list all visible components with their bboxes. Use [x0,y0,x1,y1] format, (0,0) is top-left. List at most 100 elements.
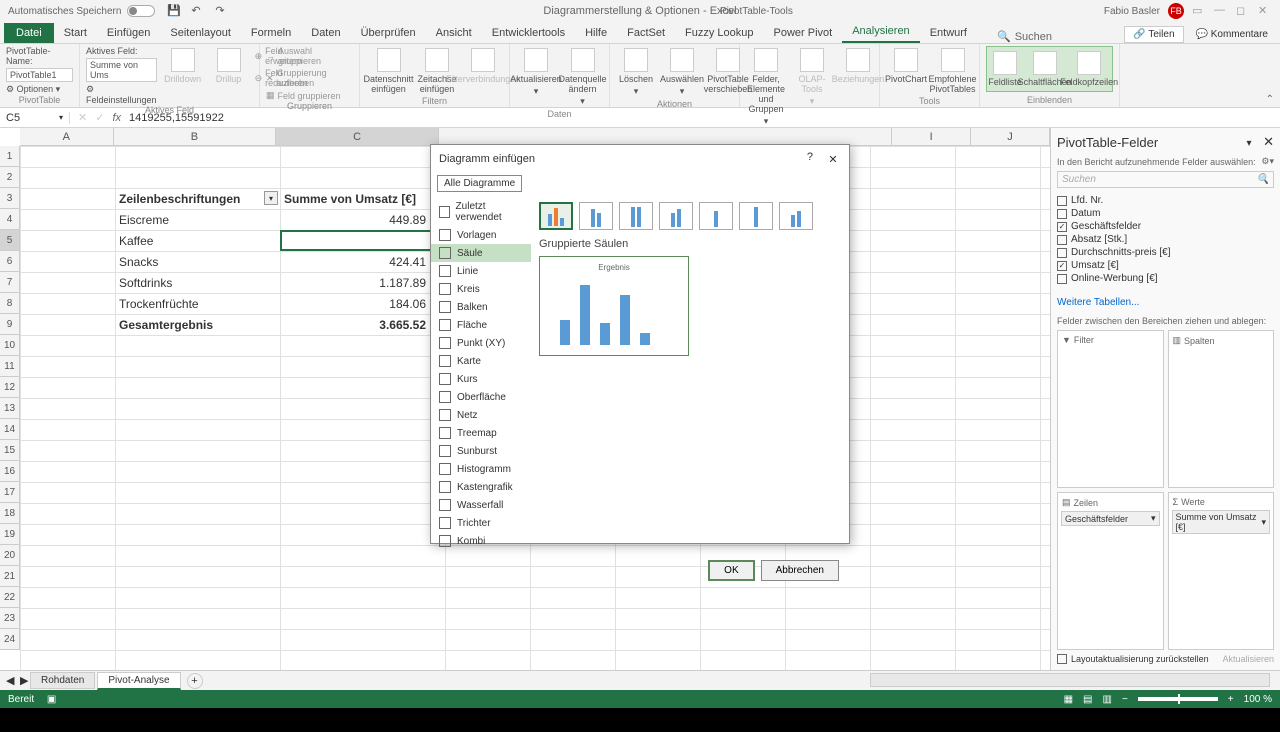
pivot-row-label[interactable]: Eiscreme [115,209,280,230]
drilldown-button[interactable]: Drilldown [163,46,203,86]
row-23[interactable]: 23 [0,608,20,629]
select-button[interactable]: Auswählen ▾ [662,46,702,99]
field-settings-button[interactable]: ⚙ Feldeinstellungen [86,84,157,105]
fieldpane-close-icon[interactable]: ✕ [1263,134,1274,149]
maximize-icon[interactable]: ◻ [1236,4,1250,18]
tab-hilfe[interactable]: Hilfe [575,23,617,43]
sheet-nav-prev-icon[interactable]: ◀ [6,674,14,687]
pivot-total-label[interactable]: Gesamtergebnis [115,314,280,335]
pivot-total-val[interactable]: 3.665.52 [280,314,430,335]
pivot-row-label[interactable]: Snacks [115,251,280,272]
subtype-clustered[interactable] [539,202,573,230]
share-button[interactable]: 🔗 Teilen [1124,26,1183,43]
pivot-filter-dropdown[interactable]: ▾ [264,191,278,205]
slicer-button[interactable]: Datenschnitt einfügen [366,46,411,96]
pivot-row-label[interactable]: Kaffee [115,230,280,251]
selected-cell[interactable] [280,230,445,251]
row-14[interactable]: 14 [0,419,20,440]
add-sheet-button[interactable]: + [187,673,203,689]
chart-cat-sunburst[interactable]: Sunburst [431,442,531,460]
save-icon[interactable]: 💾 [167,4,181,18]
pivotchart-button[interactable]: PivotChart [886,46,926,86]
drillup-button[interactable]: Drillup [209,46,249,86]
view-pagelayout-icon[interactable]: ▤ [1083,694,1092,705]
macro-record-icon[interactable]: ▣ [47,694,56,705]
fieldpane-more-tables[interactable]: Weitere Tabellen... [1057,297,1274,308]
row-7[interactable]: 7 [0,272,20,293]
group-selection-button[interactable]: →Auswahl gruppieren [266,46,353,66]
fieldpane-dropdown-icon[interactable]: ▾ [1246,138,1251,149]
field-checkbox[interactable] [1057,209,1067,219]
row-11[interactable]: 11 [0,356,20,377]
chart-cat-linie[interactable]: Linie [431,262,531,280]
chart-cat-oberfläche[interactable]: Oberfläche [431,388,531,406]
subtype-stacked[interactable] [579,202,613,230]
field-datum[interactable]: Datum [1057,207,1274,220]
chart-cat-karte[interactable]: Karte [431,352,531,370]
undo-icon[interactable]: ↶ [191,4,205,18]
zoom-in-icon[interactable]: + [1228,694,1234,705]
tab-start[interactable]: Start [54,23,97,43]
row-4[interactable]: 4 [0,209,20,230]
avatar[interactable]: FB [1168,3,1184,19]
field-checkbox[interactable] [1057,196,1067,206]
tab-seitenlayout[interactable]: Seitenlayout [160,23,241,43]
row-2[interactable]: 2 [0,167,20,188]
area-values[interactable]: ΣWerte Summe von Umsatz [€]▾ [1168,492,1275,650]
field-lfdnr[interactable]: Lfd. Nr. [1057,194,1274,207]
chart-cat-zuletzt-verwendet[interactable]: Zuletzt verwendet [431,198,531,226]
buttons-button[interactable]: Schaltflächen [1025,49,1064,89]
tell-me-input[interactable]: Suchen [1015,31,1052,43]
tab-entwicklertools[interactable]: Entwicklertools [482,23,575,43]
row-20[interactable]: 20 [0,545,20,566]
field-geschftsfelder[interactable]: Geschäftsfelder [1057,220,1274,233]
tab-entwurf[interactable]: Entwurf [920,23,977,43]
field-checkbox[interactable] [1057,235,1067,245]
tab-analysieren[interactable]: Analysieren [842,21,919,43]
olap-button[interactable]: OLAP-Tools ▾ [792,46,832,109]
row-13[interactable]: 13 [0,398,20,419]
fieldpane-gear-icon[interactable]: ⚙▾ [1261,156,1274,167]
tab-powerpivot[interactable]: Power Pivot [764,23,843,43]
col-J[interactable]: J [971,128,1050,145]
minimize-icon[interactable]: — [1214,4,1228,18]
row-16[interactable]: 16 [0,461,20,482]
row-24[interactable]: 24 [0,629,20,650]
subtype-3d-stacked[interactable] [699,202,733,230]
tab-formeln[interactable]: Formeln [241,23,301,43]
chart-cat-punkt-(xy)[interactable]: Punkt (XY) [431,334,531,352]
ungroup-button[interactable]: ✕Gruppierung aufheben [266,68,353,88]
fields-items-button[interactable]: Felder, Elemente und Gruppen ▾ [746,46,786,129]
row-3[interactable]: 3 [0,188,20,209]
sheet-nav-next-icon[interactable]: ▶ [20,674,28,687]
relations-button[interactable]: Beziehungen [838,46,878,86]
sheet-tab-pivot[interactable]: Pivot-Analyse [97,672,180,690]
area-rows-item[interactable]: Geschäftsfelder▾ [1061,511,1160,526]
row-12[interactable]: 12 [0,377,20,398]
chart-cat-kastengrafik[interactable]: Kastengrafik [431,478,531,496]
filterconn-button[interactable]: Filterverbindungen [463,46,503,86]
row-19[interactable]: 19 [0,524,20,545]
chart-cat-histogramm[interactable]: Histogramm [431,460,531,478]
subtype-3d-clustered[interactable] [659,202,693,230]
close-icon[interactable]: ✕ [1258,4,1272,18]
chart-cat-säule[interactable]: Säule [431,244,531,262]
fieldpane-search[interactable]: Suchen 🔍 [1057,171,1274,188]
group-field-button[interactable]: ▦Feld gruppieren [266,90,353,101]
recommended-pt-button[interactable]: Empfohlene PivotTables [932,46,973,96]
field-umsatz[interactable]: Umsatz [€] [1057,259,1274,272]
tab-ansicht[interactable]: Ansicht [426,23,482,43]
ribbon-display-icon[interactable]: ▭ [1192,4,1206,18]
chart-cat-fläche[interactable]: Fläche [431,316,531,334]
view-normal-icon[interactable]: ▦ [1064,694,1073,705]
row-1[interactable]: 1 [0,146,20,167]
field-durchschnittspreis[interactable]: Durchschnitts-preis [€] [1057,246,1274,259]
pivot-header-labels[interactable]: Zeilenbeschriftungen [115,188,280,209]
row-5[interactable]: 5 [0,230,20,251]
pivot-row-label[interactable]: Softdrinks [115,272,280,293]
field-checkbox[interactable] [1057,261,1067,271]
area-filter[interactable]: ▼Filter [1057,330,1164,488]
field-onlinewerbung[interactable]: Online-Werbung [€] [1057,272,1274,285]
col-A[interactable]: A [20,128,114,145]
zoom-out-icon[interactable]: − [1122,694,1128,705]
